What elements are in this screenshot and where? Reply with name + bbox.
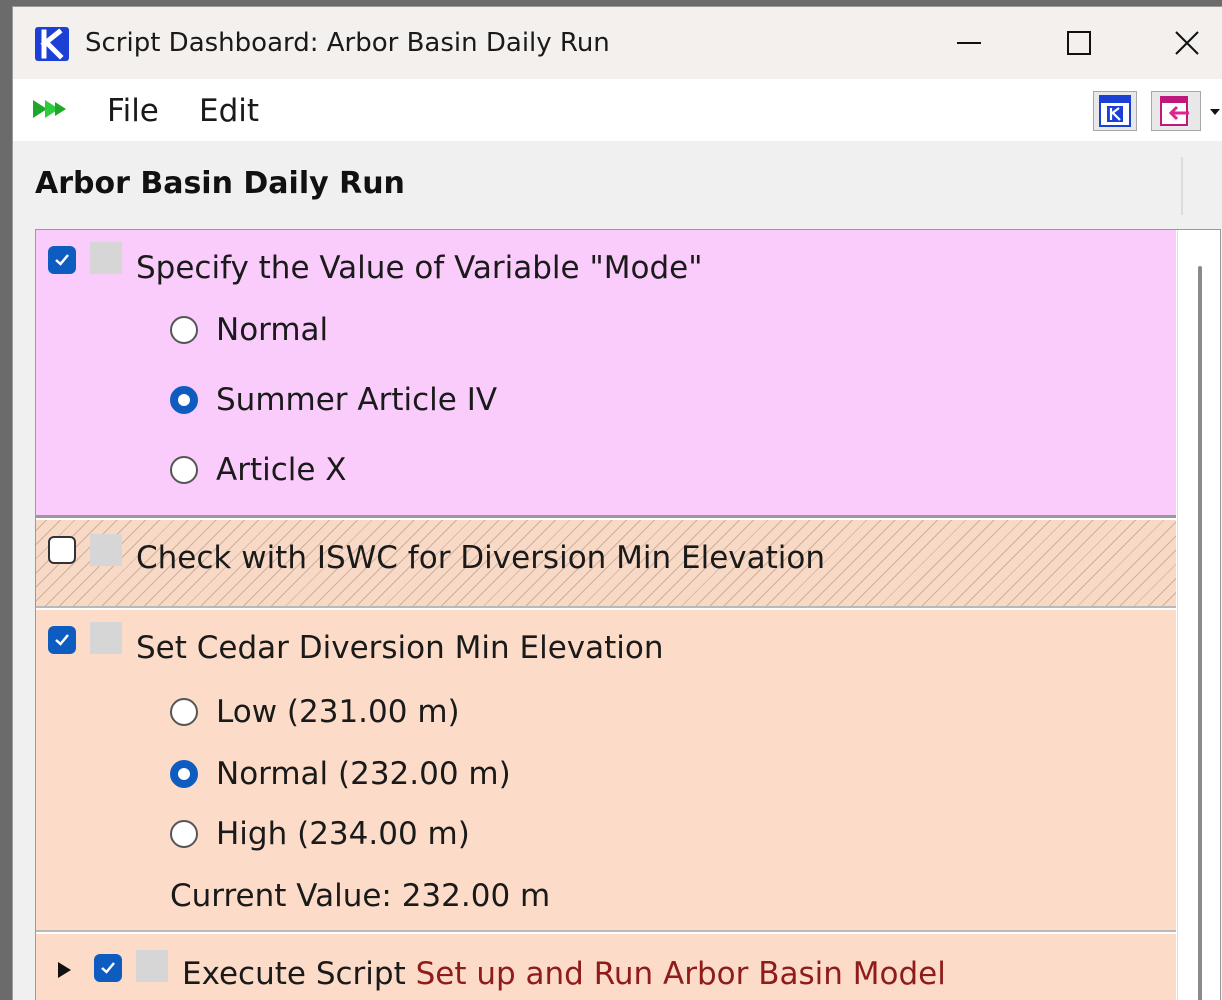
action-enabled-checkbox[interactable] [48,536,76,564]
expand-arrow-icon[interactable] [58,962,71,978]
radio-normal-elevation[interactable] [170,760,198,788]
status-square [136,950,168,982]
action-enabled-checkbox[interactable] [48,246,76,274]
chevron-down-icon[interactable] [1209,107,1221,117]
status-square [90,242,122,274]
radio-article-x[interactable] [170,456,198,484]
execute-prefix: Execute Script [182,956,416,992]
maximize-button[interactable] [1029,7,1129,79]
action-set-cedar-elevation: Set Cedar Diversion Min Elevation Low (2… [36,610,1176,932]
workspace-button[interactable] [1093,91,1137,131]
window-title: Script Dashboard: Arbor Basin Daily Run [85,28,610,58]
close-icon [1175,31,1199,55]
radio-low[interactable] [170,698,198,726]
actions-panel: Specify the Value of Variable "Mode" Nor… [35,229,1221,1000]
menu-bar: File Edit [13,79,1222,141]
header-divider [1181,157,1183,215]
menu-file[interactable]: File [107,93,159,129]
rw-workspace-icon [1099,95,1131,127]
action-check-iswc: Check with ISWC for Diversion Min Elevat… [36,520,1176,608]
radio-high[interactable] [170,820,198,848]
check-icon [101,962,115,974]
radio-label: Low (231.00 m) [216,694,460,730]
import-button[interactable] [1151,91,1201,131]
maximize-icon [1067,31,1091,55]
action-label: Set Cedar Diversion Min Elevation [136,630,664,666]
action-label: Execute Script Set up and Run Arbor Basi… [182,956,946,992]
status-square [90,534,122,566]
action-specify-mode: Specify the Value of Variable "Mode" Nor… [36,230,1176,518]
menu-edit[interactable]: Edit [199,93,259,129]
action-label: Specify the Value of Variable "Mode" [136,250,703,286]
dashboard-title: Arbor Basin Daily Run [35,166,405,201]
action-enabled-checkbox[interactable] [94,954,122,982]
minimize-button[interactable] [919,7,1019,79]
script-link[interactable]: Set up and Run Arbor Basin Model [416,956,946,992]
status-square [90,622,122,654]
radio-label: High (234.00 m) [216,816,470,852]
action-enabled-checkbox[interactable] [48,626,76,654]
riverware-app-icon [35,27,69,61]
script-dashboard-window: Script Dashboard: Arbor Basin Daily Run … [12,6,1222,1000]
check-icon [55,634,69,646]
action-label: Check with ISWC for Diversion Min Elevat… [136,540,826,576]
action-execute-script: Execute Script Set up and Run Arbor Basi… [36,934,1176,1000]
check-icon [55,254,69,266]
minimize-icon [957,42,981,44]
close-button[interactable] [1137,7,1222,79]
radio-normal[interactable] [170,316,198,344]
title-bar[interactable]: Script Dashboard: Arbor Basin Daily Run [13,7,1222,79]
radio-label: Normal (232.00 m) [216,756,511,792]
scroll-thumb[interactable] [1198,266,1202,1000]
vertical-scrollbar[interactable] [1177,230,1220,1000]
run-script-icon[interactable] [31,97,71,121]
radio-label: Article X [216,452,347,488]
current-value: Current Value: 232.00 m [170,878,551,914]
radio-summer-article-iv[interactable] [170,386,198,414]
radio-label: Summer Article IV [216,382,498,418]
import-arrow-icon [1160,96,1189,126]
radio-label: Normal [216,312,329,348]
